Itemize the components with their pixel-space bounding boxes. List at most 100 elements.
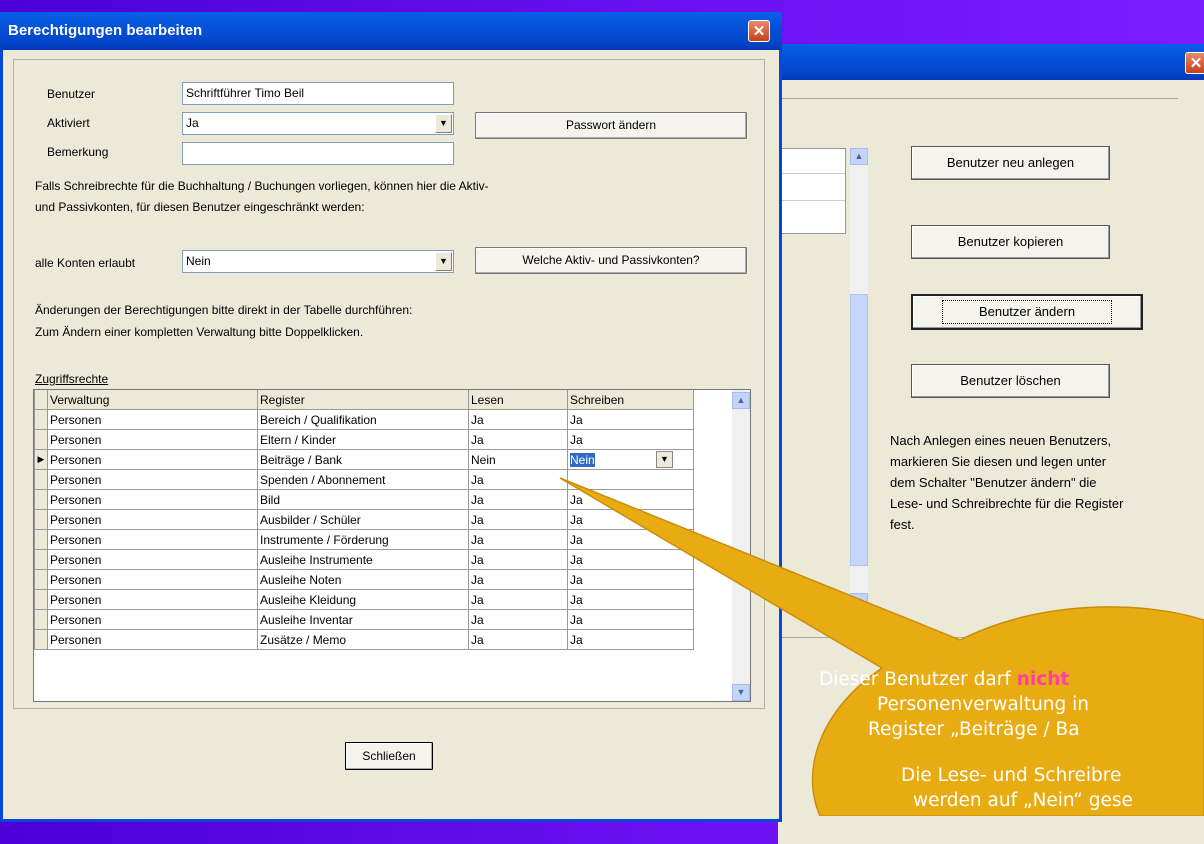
table-row[interactable]: Personen Bereich / Qualifikation Ja Ja [34, 409, 694, 430]
cell-schreiben[interactable]: Ja [567, 429, 694, 450]
dialog-close-icon[interactable]: ✕ [748, 20, 770, 42]
new-user-button[interactable]: Benutzer neu anlegen [911, 146, 1110, 180]
list-item[interactable] [778, 149, 845, 174]
row-selector[interactable] [34, 489, 48, 510]
table-row[interactable]: Personen Ausbilder / Schüler Ja Ja [34, 509, 694, 530]
cell-register[interactable]: Zusätze / Memo [257, 629, 469, 650]
user-name-field[interactable]: Schriftführer Timo Beil [182, 82, 454, 105]
cell-register[interactable]: Spenden / Abonnement [257, 469, 469, 490]
cell-lesen[interactable]: Ja [468, 409, 568, 430]
table-row[interactable]: ▶ Personen Beiträge / Bank Nein Nein ▼ [34, 449, 694, 470]
cell-verwaltung[interactable]: Personen [47, 509, 258, 530]
cell-verwaltung[interactable]: Personen [47, 429, 258, 450]
table-row[interactable]: Personen Eltern / Kinder Ja Ja [34, 429, 694, 450]
copy-user-button[interactable]: Benutzer kopieren [911, 225, 1110, 259]
cell-schreiben[interactable]: Nein ▼ [567, 449, 694, 470]
table-row[interactable]: Personen Bild Ja Ja [34, 489, 694, 510]
row-selector[interactable] [34, 549, 48, 570]
cell-schreiben[interactable]: Ja [567, 509, 694, 530]
table-row[interactable]: Personen Ausleihe Inventar Ja Ja [34, 609, 694, 630]
cell-verwaltung[interactable]: Personen [47, 489, 258, 510]
cell-verwaltung[interactable]: Personen [47, 409, 258, 430]
all-accounts-select[interactable]: Nein ▼ [182, 250, 454, 273]
delete-user-button[interactable]: Benutzer löschen [911, 364, 1110, 398]
cell-schreiben[interactable] [567, 469, 694, 490]
row-selector[interactable] [34, 629, 48, 650]
table-row[interactable]: Personen Spenden / Abonnement Ja [34, 469, 694, 490]
cell-schreiben[interactable]: Ja [567, 549, 694, 570]
row-selector[interactable] [34, 409, 48, 430]
scrollbar-thumb[interactable] [850, 294, 868, 566]
column-header-register[interactable]: Register [257, 390, 469, 410]
scroll-down-icon[interactable]: ▼ [850, 593, 868, 610]
close-dialog-button[interactable]: Schließen [345, 742, 433, 770]
cell-register[interactable]: Ausleihe Noten [257, 569, 469, 590]
scroll-down-icon[interactable]: ▼ [732, 684, 750, 701]
cell-lesen[interactable]: Ja [468, 569, 568, 590]
cell-register[interactable]: Ausleihe Inventar [257, 609, 469, 630]
close-icon[interactable]: ✕ [1185, 52, 1204, 74]
cell-register[interactable]: Ausleihe Instrumente [257, 549, 469, 570]
cell-schreiben[interactable]: Ja [567, 409, 694, 430]
column-header-schreiben[interactable]: Schreiben [567, 390, 694, 410]
list-item[interactable] [778, 201, 845, 227]
scroll-up-icon[interactable]: ▲ [850, 148, 868, 165]
column-header-verwaltung[interactable]: Verwaltung [47, 390, 258, 410]
row-selector[interactable] [34, 429, 48, 450]
cell-lesen[interactable]: Ja [468, 509, 568, 530]
edit-user-button[interactable]: Benutzer ändern [911, 294, 1143, 330]
cell-schreiben[interactable]: Ja [567, 529, 694, 550]
cell-lesen[interactable]: Ja [468, 489, 568, 510]
table-row[interactable]: Personen Ausleihe Noten Ja Ja [34, 569, 694, 590]
cell-verwaltung[interactable]: Personen [47, 529, 258, 550]
current-row-indicator-icon[interactable]: ▶ [34, 449, 48, 470]
chevron-down-icon[interactable]: ▼ [435, 252, 452, 271]
table-row[interactable]: Personen Zusätze / Memo Ja Ja [34, 629, 694, 650]
table-row[interactable]: Personen Ausleihe Instrumente Ja Ja [34, 549, 694, 570]
cell-verwaltung[interactable]: Personen [47, 589, 258, 610]
which-accounts-button[interactable]: Welche Aktiv- und Passivkonten? [475, 247, 747, 274]
grid-scrollbar[interactable]: ▲ ▼ [732, 390, 750, 701]
remark-field[interactable] [182, 142, 454, 165]
cell-verwaltung[interactable]: Personen [47, 469, 258, 490]
row-selector[interactable] [34, 529, 48, 550]
cell-verwaltung[interactable]: Personen [47, 609, 258, 630]
cell-schreiben[interactable]: Ja [567, 589, 694, 610]
table-row[interactable]: Personen Ausleihe Kleidung Ja Ja [34, 589, 694, 610]
cell-schreiben[interactable]: Ja [567, 609, 694, 630]
cell-lesen[interactable]: Ja [468, 529, 568, 550]
table-row[interactable]: Personen Instrumente / Förderung Ja Ja [34, 529, 694, 550]
cell-lesen[interactable]: Ja [468, 429, 568, 450]
cell-verwaltung[interactable]: Personen [47, 569, 258, 590]
cell-lesen[interactable]: Ja [468, 469, 568, 490]
list-item[interactable] [778, 174, 845, 201]
cell-verwaltung[interactable]: Personen [47, 449, 258, 470]
row-selector[interactable] [34, 469, 48, 490]
cell-schreiben[interactable]: Ja [567, 569, 694, 590]
column-header-lesen[interactable]: Lesen [468, 390, 568, 410]
cell-register[interactable]: Ausbilder / Schüler [257, 509, 469, 530]
scroll-up-icon[interactable]: ▲ [732, 392, 750, 409]
activated-select[interactable]: Ja ▼ [182, 112, 454, 135]
user-list-scrollbar[interactable]: ▲ ▼ [850, 148, 868, 610]
cell-lesen[interactable]: Ja [468, 549, 568, 570]
cell-lesen[interactable]: Ja [468, 589, 568, 610]
chevron-down-icon[interactable]: ▼ [656, 451, 673, 468]
row-selector[interactable] [34, 569, 48, 590]
user-list[interactable] [778, 148, 846, 234]
cell-lesen[interactable]: Ja [468, 629, 568, 650]
cell-register[interactable]: Eltern / Kinder [257, 429, 469, 450]
cell-register[interactable]: Bereich / Qualifikation [257, 409, 469, 430]
row-selector[interactable] [34, 509, 48, 530]
chevron-down-icon[interactable]: ▼ [435, 114, 452, 133]
cell-lesen[interactable]: Ja [468, 609, 568, 630]
cell-verwaltung[interactable]: Personen [47, 549, 258, 570]
cell-schreiben[interactable]: Ja [567, 489, 694, 510]
row-selector[interactable] [34, 609, 48, 630]
cell-register[interactable]: Beiträge / Bank [257, 449, 469, 470]
row-selector[interactable] [34, 589, 48, 610]
change-password-button[interactable]: Passwort ändern [475, 112, 747, 139]
cell-schreiben[interactable]: Ja [567, 629, 694, 650]
cell-register[interactable]: Instrumente / Förderung [257, 529, 469, 550]
cell-lesen[interactable]: Nein [468, 449, 568, 470]
